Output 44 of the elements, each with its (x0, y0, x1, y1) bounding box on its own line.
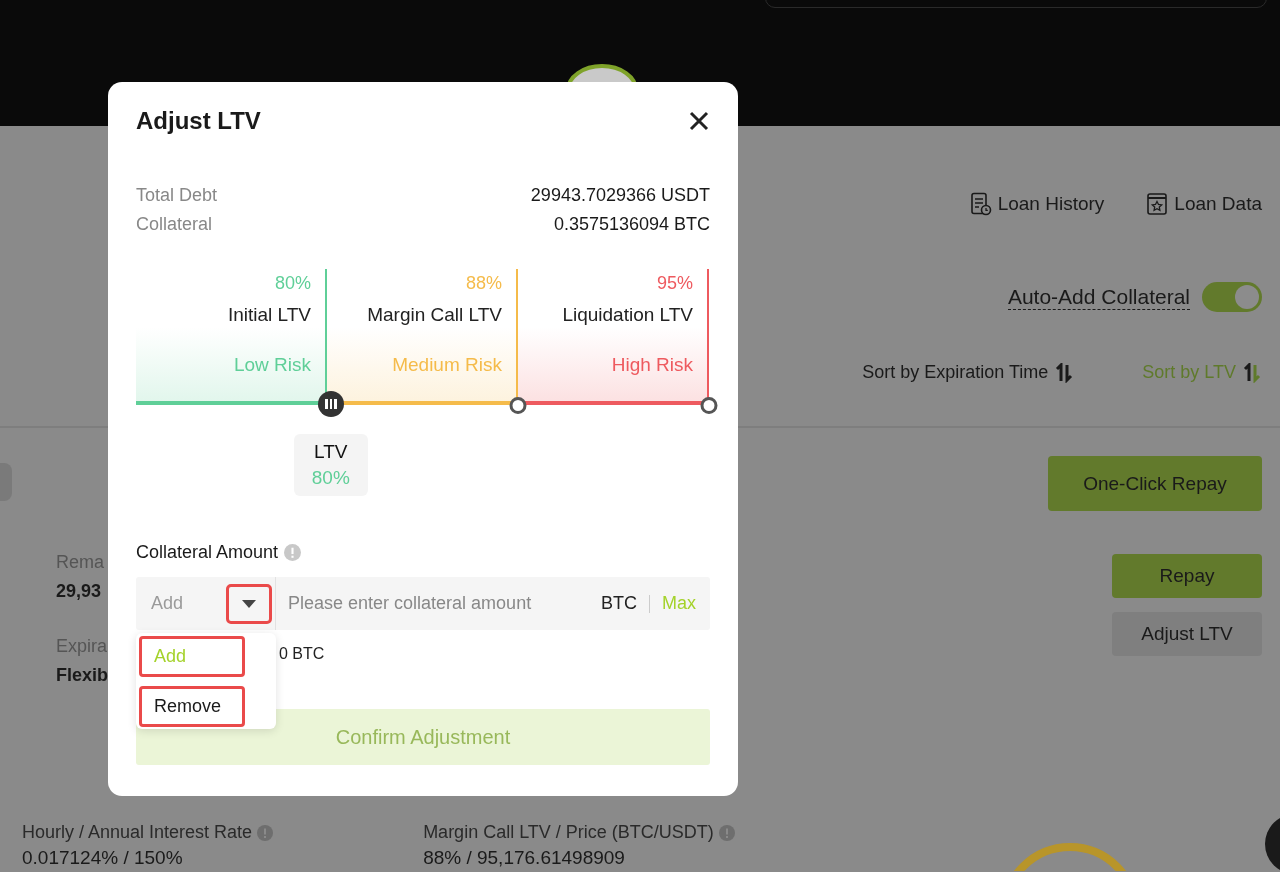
star-window-icon (1146, 192, 1169, 216)
close-icon[interactable] (688, 110, 710, 132)
action-button[interactable]: Adjust LTV (1112, 612, 1262, 656)
stat-value: 88% / 95,176.61498909 (423, 847, 626, 869)
info-label: Collateral (136, 214, 213, 235)
mode-select[interactable]: Add (136, 577, 276, 630)
info-value: 0.3575136094 BTC (553, 214, 710, 235)
sort-button[interactable]: Sort by Expiration Time (862, 362, 1075, 383)
header-link[interactable]: Loan Data (1146, 192, 1262, 216)
zone-name: Margin Call LTV (367, 304, 502, 326)
menu-item[interactable]: Remove (139, 686, 245, 727)
amount-field[interactable]: Please enter collateral amount (276, 592, 601, 615)
stat-label: Margin Call LTV / Price (BTC/USDT) (423, 822, 714, 843)
tooltip-label: LTV (314, 441, 348, 463)
field-label: Collateral Amount (136, 542, 279, 563)
zone-percent: 95% (656, 273, 693, 294)
dialog-title: Adjust LTV (136, 107, 261, 135)
stat-label: Hourly / Annual Interest Rate (22, 822, 253, 843)
stat-value: 0.017124% / 150% (22, 847, 184, 869)
info-icon (284, 544, 302, 561)
balance-text: 0 BTC (279, 645, 325, 662)
action-button[interactable]: Repay (1112, 554, 1262, 598)
slider-stop (700, 397, 718, 414)
unit-label: BTC (601, 593, 637, 614)
caret-icon[interactable] (226, 583, 272, 624)
info-icon (257, 824, 274, 841)
zone-percent: 88% (465, 273, 502, 294)
field-value: Flexib (56, 665, 108, 686)
zone-risk: High Risk (611, 354, 693, 376)
zone-percent: 80% (274, 273, 311, 294)
one-click-repay-button[interactable]: One-Click Repay (1048, 456, 1262, 511)
zone-risk: Medium Risk (392, 354, 502, 376)
auto-add-label: Auto-Add Collateral (1007, 284, 1190, 310)
toggle-switch[interactable] (1202, 282, 1262, 312)
header-link[interactable]: Loan History (969, 192, 1105, 216)
zone-name: Initial LTV (227, 304, 311, 326)
info-icon (718, 824, 735, 841)
zone-name: Liquidation LTV (562, 304, 693, 326)
zone-risk: Low Risk (233, 354, 311, 376)
info-value: 29943.7029366 USDT (530, 185, 710, 206)
document-clock-icon (969, 192, 992, 216)
field-value: 29,93 (56, 581, 102, 602)
tooltip-value: 80% (311, 467, 350, 489)
info-label: Total Debt (136, 185, 218, 206)
